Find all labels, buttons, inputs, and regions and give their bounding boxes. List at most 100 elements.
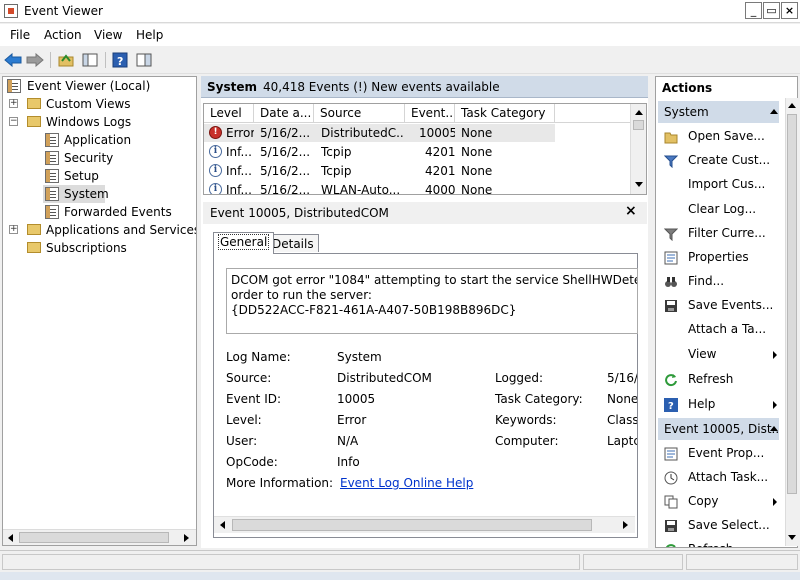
value-event-id: 10005 [337, 392, 376, 406]
actions-vertical-scrollbar[interactable] [785, 98, 798, 546]
label-level: Level: [226, 413, 262, 427]
collapse-icon[interactable] [770, 109, 778, 114]
detail-horizontal-scrollbar[interactable] [214, 516, 635, 533]
status-segment [583, 554, 683, 570]
toolbar-separator [50, 52, 51, 68]
maximize-button[interactable]: ▭ [763, 2, 780, 19]
action-attach-task[interactable]: Attach a Ta... [658, 318, 779, 341]
scroll-thumb[interactable] [787, 114, 797, 494]
label-more-info: More Information: [226, 476, 334, 490]
menu-bar: File Action View Help [0, 24, 800, 46]
save-icon [665, 300, 677, 312]
tree-root-label: Event Viewer (Local) [27, 79, 151, 93]
description-line: order to run the server: [231, 288, 372, 302]
scroll-right-icon[interactable] [623, 521, 628, 529]
value-log-name: System [337, 350, 382, 364]
table-row[interactable]: i Inf... 5/16/2... WLAN-Auto... 4000 Non… [204, 181, 555, 194]
up-folder-icon[interactable] [56, 50, 76, 70]
scroll-thumb[interactable] [232, 519, 592, 531]
action-refresh[interactable]: Refresh [658, 368, 779, 391]
events-grid: Level Date a... Source Event... Task Cat… [203, 103, 647, 195]
action-help[interactable]: ? Help [658, 393, 779, 416]
column-date[interactable]: Date a... [254, 104, 314, 123]
cell-event-id: 10005 [419, 126, 455, 140]
column-event-id[interactable]: Event... [405, 104, 455, 123]
show-hide-actions-icon[interactable] [134, 50, 154, 70]
action-save-events[interactable]: Save Events... [658, 294, 779, 317]
action-import-custom-view[interactable]: Import Cus... [658, 173, 779, 196]
table-row[interactable]: i Inf... 5/16/2... Tcpip 4201 None [204, 162, 555, 180]
collapse-icon[interactable]: − [9, 117, 18, 126]
event-log-online-help-link[interactable]: Event Log Online Help [340, 476, 473, 490]
cell-date: 5/16/2... [260, 183, 311, 194]
table-row[interactable]: ! Error 5/16/2... DistributedC... 10005 … [204, 124, 555, 142]
cell-event-id: 4000 [425, 183, 455, 194]
scroll-left-icon[interactable] [8, 534, 13, 542]
tab-details[interactable]: Details [267, 234, 319, 252]
scroll-thumb[interactable] [19, 532, 169, 543]
action-properties[interactable]: Properties [658, 246, 779, 269]
save-icon [665, 520, 677, 532]
scroll-down-icon[interactable] [788, 535, 796, 540]
tree-item-custom-views[interactable]: + Custom Views [7, 95, 196, 113]
action-view[interactable]: View [658, 343, 779, 366]
action-clear-log[interactable]: Clear Log... [658, 198, 779, 221]
table-row[interactable]: i Inf... 5/16/2... Tcpip 4201 None [204, 143, 555, 161]
action-save-selected-events[interactable]: Save Select... [658, 514, 779, 537]
back-arrow-icon[interactable] [3, 50, 23, 70]
menu-view[interactable]: View [94, 28, 122, 42]
column-level[interactable]: Level [204, 104, 254, 123]
label-source: Source: [226, 371, 272, 385]
folder-icon [27, 98, 41, 109]
action-attach-task-to-event[interactable]: Attach Task... [658, 466, 779, 489]
scroll-down-icon[interactable] [635, 182, 643, 187]
action-label: Open Save... [688, 129, 765, 143]
expand-icon[interactable]: + [9, 225, 18, 234]
scroll-up-icon[interactable] [635, 110, 643, 115]
action-find[interactable]: Find... [658, 270, 779, 293]
show-hide-tree-icon[interactable] [80, 50, 100, 70]
expand-icon[interactable]: + [9, 99, 18, 108]
refresh-icon [666, 544, 676, 547]
cell-event-id: 4201 [425, 145, 455, 159]
action-label: Help [688, 397, 716, 411]
event-description[interactable]: DCOM got error "1084" attempting to star… [226, 268, 638, 334]
close-icon[interactable]: × [625, 203, 637, 219]
menu-file[interactable]: File [10, 28, 30, 42]
tree-item-windows-logs[interactable]: − Windows Logs [7, 113, 196, 131]
action-open-saved-log[interactable]: Open Save... [658, 125, 779, 148]
open-folder-icon [664, 132, 678, 144]
scroll-left-icon[interactable] [220, 521, 225, 529]
value-level: Error [337, 413, 367, 427]
tree-item-label: Application [64, 133, 132, 147]
submenu-arrow-icon [773, 351, 777, 359]
log-icon [45, 187, 59, 201]
menu-action[interactable]: Action [44, 28, 82, 42]
collapse-icon[interactable] [770, 426, 778, 431]
action-create-custom-view[interactable]: Create Cust... [658, 149, 779, 172]
scroll-right-icon[interactable] [184, 534, 189, 542]
action-filter-current-log[interactable]: Filter Curre... [658, 222, 779, 245]
grid-vertical-scrollbar[interactable] [630, 104, 646, 194]
minimize-button[interactable]: _ [745, 2, 762, 19]
column-source[interactable]: Source [314, 104, 405, 123]
tab-general[interactable]: General [213, 232, 275, 254]
help-icon[interactable]: ? [110, 50, 130, 70]
tree-item-system[interactable]: System [43, 185, 109, 203]
tree-horizontal-scrollbar[interactable] [3, 529, 196, 545]
action-event-properties[interactable]: Event Prop... [658, 442, 779, 465]
column-task-category[interactable]: Task Category [455, 104, 555, 123]
tree-item-apps-services[interactable]: + Applications and Services Logs [7, 221, 196, 239]
filter-icon [664, 155, 678, 168]
action-copy[interactable]: Copy [658, 490, 779, 513]
scroll-up-icon[interactable] [788, 103, 796, 108]
actions-section-system[interactable]: System [658, 101, 779, 123]
menu-help[interactable]: Help [136, 28, 163, 42]
forward-arrow-icon[interactable] [25, 50, 45, 70]
close-button[interactable]: × [781, 2, 798, 19]
action-refresh-event[interactable]: Refresh [658, 538, 779, 547]
label-keywords: Keywords: [495, 413, 557, 427]
scroll-thumb[interactable] [633, 120, 644, 130]
actions-section-event[interactable]: Event 10005, Dist... [658, 418, 779, 440]
action-label: Find... [688, 274, 725, 288]
